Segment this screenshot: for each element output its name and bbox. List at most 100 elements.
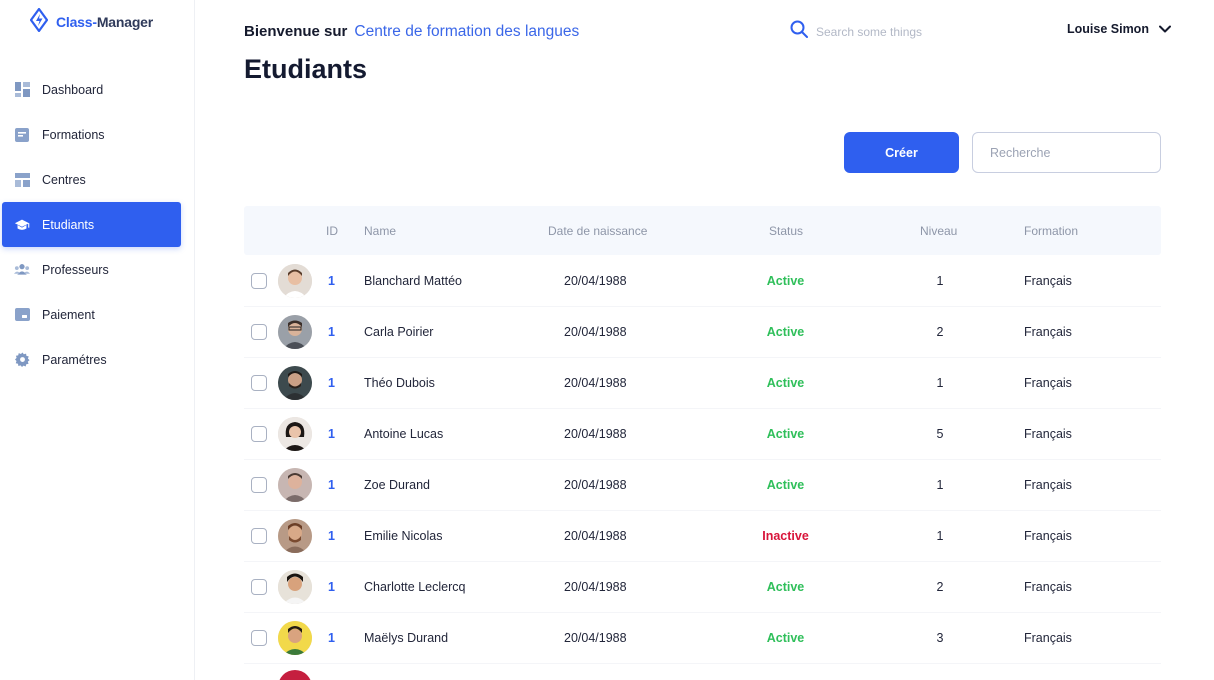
search-icon[interactable]: [790, 20, 808, 43]
user-menu[interactable]: Louise Simon: [1067, 22, 1171, 36]
avatar: [278, 366, 312, 400]
sidebar-item-paiement[interactable]: Paiement: [0, 292, 195, 337]
welcome-header: Bienvenue sur Centre de formation des la…: [244, 23, 579, 41]
table-row[interactable]: 1 Zoe Durand 20/04/1988 Active 1 Françai…: [244, 460, 1161, 511]
student-level: 1: [936, 529, 944, 543]
table-header: ID Name Date de naissance Status Niveau …: [244, 206, 1161, 255]
sidebar-item-label: Dashboard: [42, 82, 104, 97]
avatar: [278, 315, 312, 349]
avatar: [278, 417, 312, 451]
welcome-text: Bienvenue sur: [244, 23, 348, 40]
student-id[interactable]: 1: [328, 427, 335, 441]
sidebar-item-label: Paramétres: [42, 352, 107, 367]
row-checkbox[interactable]: [251, 273, 267, 289]
logo-prefix: Class: [56, 14, 93, 30]
student-search-input[interactable]: [972, 132, 1161, 173]
student-formation: Français: [1024, 478, 1072, 492]
table-row[interactable]: 1 Emilie Nicolas 20/04/1988 Inactive 1 F…: [244, 511, 1161, 562]
column-header-formation[interactable]: Formation: [1024, 224, 1078, 238]
table-row[interactable]: 1 Maëlys Durand 20/04/1988 Active 3 Fran…: [244, 613, 1161, 664]
student-id[interactable]: 1: [328, 376, 335, 390]
chevron-down-icon: [1158, 22, 1171, 36]
student-formation: Français: [1024, 580, 1072, 594]
student-birthdate: 20/04/1988: [564, 325, 627, 339]
row-checkbox[interactable]: [251, 528, 267, 544]
student-id[interactable]: 1: [328, 325, 335, 339]
users-icon: [14, 262, 30, 278]
avatar: [278, 570, 312, 604]
sidebar-item-formations[interactable]: Formations: [0, 112, 195, 157]
center-name-link[interactable]: Centre de formation des langues: [354, 23, 579, 41]
student-name: Antoine Lucas: [364, 427, 444, 441]
student-birthdate: 20/04/1988: [564, 529, 627, 543]
status-badge: Active: [766, 325, 805, 339]
student-name: Théo Dubois: [364, 376, 435, 390]
row-checkbox[interactable]: [251, 324, 267, 340]
student-name: Carla Poirier: [364, 325, 434, 339]
sidebar-item-parametres[interactable]: Paramétres: [0, 337, 195, 382]
column-header-status[interactable]: Status: [769, 224, 803, 238]
global-search-input[interactable]: [816, 24, 976, 39]
student-formation: Français: [1024, 325, 1072, 339]
student-name: Charlotte Leclercq: [364, 580, 466, 594]
column-header-date[interactable]: Date de naissance: [548, 224, 647, 238]
table-row[interactable]: 1 Antoine Lucas 20/04/1988 Active 5 Fran…: [244, 409, 1161, 460]
payment-card-icon: [14, 307, 30, 323]
student-formation: Français: [1024, 274, 1072, 288]
student-id[interactable]: 1: [328, 529, 335, 543]
centres-icon: [14, 172, 30, 188]
status-badge: Active: [766, 580, 805, 594]
student-level: 1: [936, 274, 944, 288]
row-checkbox[interactable]: [251, 630, 267, 646]
avatar: [278, 621, 312, 655]
graduation-cap-icon: [14, 217, 30, 233]
sidebar-item-centres[interactable]: Centres: [0, 157, 195, 202]
student-level: 5: [936, 427, 944, 441]
sidebar-item-label: Paiement: [42, 307, 95, 322]
sidebar-item-professeurs[interactable]: Professeurs: [0, 247, 195, 292]
column-header-id[interactable]: ID: [326, 224, 338, 238]
gear-icon: [14, 352, 30, 368]
sidebar-item-dashboard[interactable]: Dashboard: [0, 67, 195, 112]
student-id[interactable]: 1: [328, 580, 335, 594]
row-checkbox[interactable]: [251, 375, 267, 391]
logo-icon: [29, 7, 49, 37]
page-title: Etudiants: [244, 54, 368, 84]
row-checkbox[interactable]: [251, 579, 267, 595]
sidebar-nav: Dashboard Formations Centres Etudiants P…: [0, 67, 195, 382]
column-header-niveau[interactable]: Niveau: [920, 224, 957, 238]
student-name: Emilie Nicolas: [364, 529, 443, 543]
row-checkbox[interactable]: [251, 426, 267, 442]
avatar: [278, 670, 312, 680]
column-header-name[interactable]: Name: [364, 224, 396, 238]
table-row[interactable]: 1 Blanchard Mattéo 20/04/1988 Active 1 F…: [244, 256, 1161, 307]
student-id[interactable]: 1: [328, 274, 335, 288]
create-button[interactable]: Créer: [844, 132, 959, 173]
student-formation: Français: [1024, 631, 1072, 645]
student-birthdate: 20/04/1988: [564, 631, 627, 645]
table-row[interactable]: 1 Carla Poirier 20/04/1988 Active 2 Fran…: [244, 307, 1161, 358]
student-id[interactable]: 1: [328, 631, 335, 645]
student-name: Maëlys Durand: [364, 631, 449, 645]
student-birthdate: 20/04/1988: [564, 478, 627, 492]
global-search: [790, 20, 976, 43]
student-birthdate: 20/04/1988: [564, 376, 627, 390]
student-level: 1: [936, 376, 944, 390]
student-birthdate: 20/04/1988: [564, 580, 627, 594]
row-checkbox[interactable]: [251, 477, 267, 493]
sidebar-item-label: Professeurs: [42, 262, 109, 277]
status-badge: Active: [766, 376, 805, 390]
table-row[interactable]: 1 Charlotte Leclercq 20/04/1988 Active 2…: [244, 562, 1161, 613]
sidebar-item-etudiants[interactable]: Etudiants: [2, 202, 181, 247]
table-row[interactable]: 1 Théo Dubois 20/04/1988 Active 1 França…: [244, 358, 1161, 409]
student-id[interactable]: 1: [328, 478, 335, 492]
logo-text: Class-Manager: [56, 14, 153, 30]
dashboard-icon: [14, 82, 30, 98]
status-badge: Active: [766, 631, 805, 645]
student-birthdate: 20/04/1988: [564, 274, 627, 288]
user-name: Louise Simon: [1067, 22, 1149, 36]
logo[interactable]: Class-Manager: [29, 7, 153, 37]
student-formation: Français: [1024, 529, 1072, 543]
student-level: 2: [936, 580, 944, 594]
logo-suffix: Manager: [96, 14, 154, 30]
